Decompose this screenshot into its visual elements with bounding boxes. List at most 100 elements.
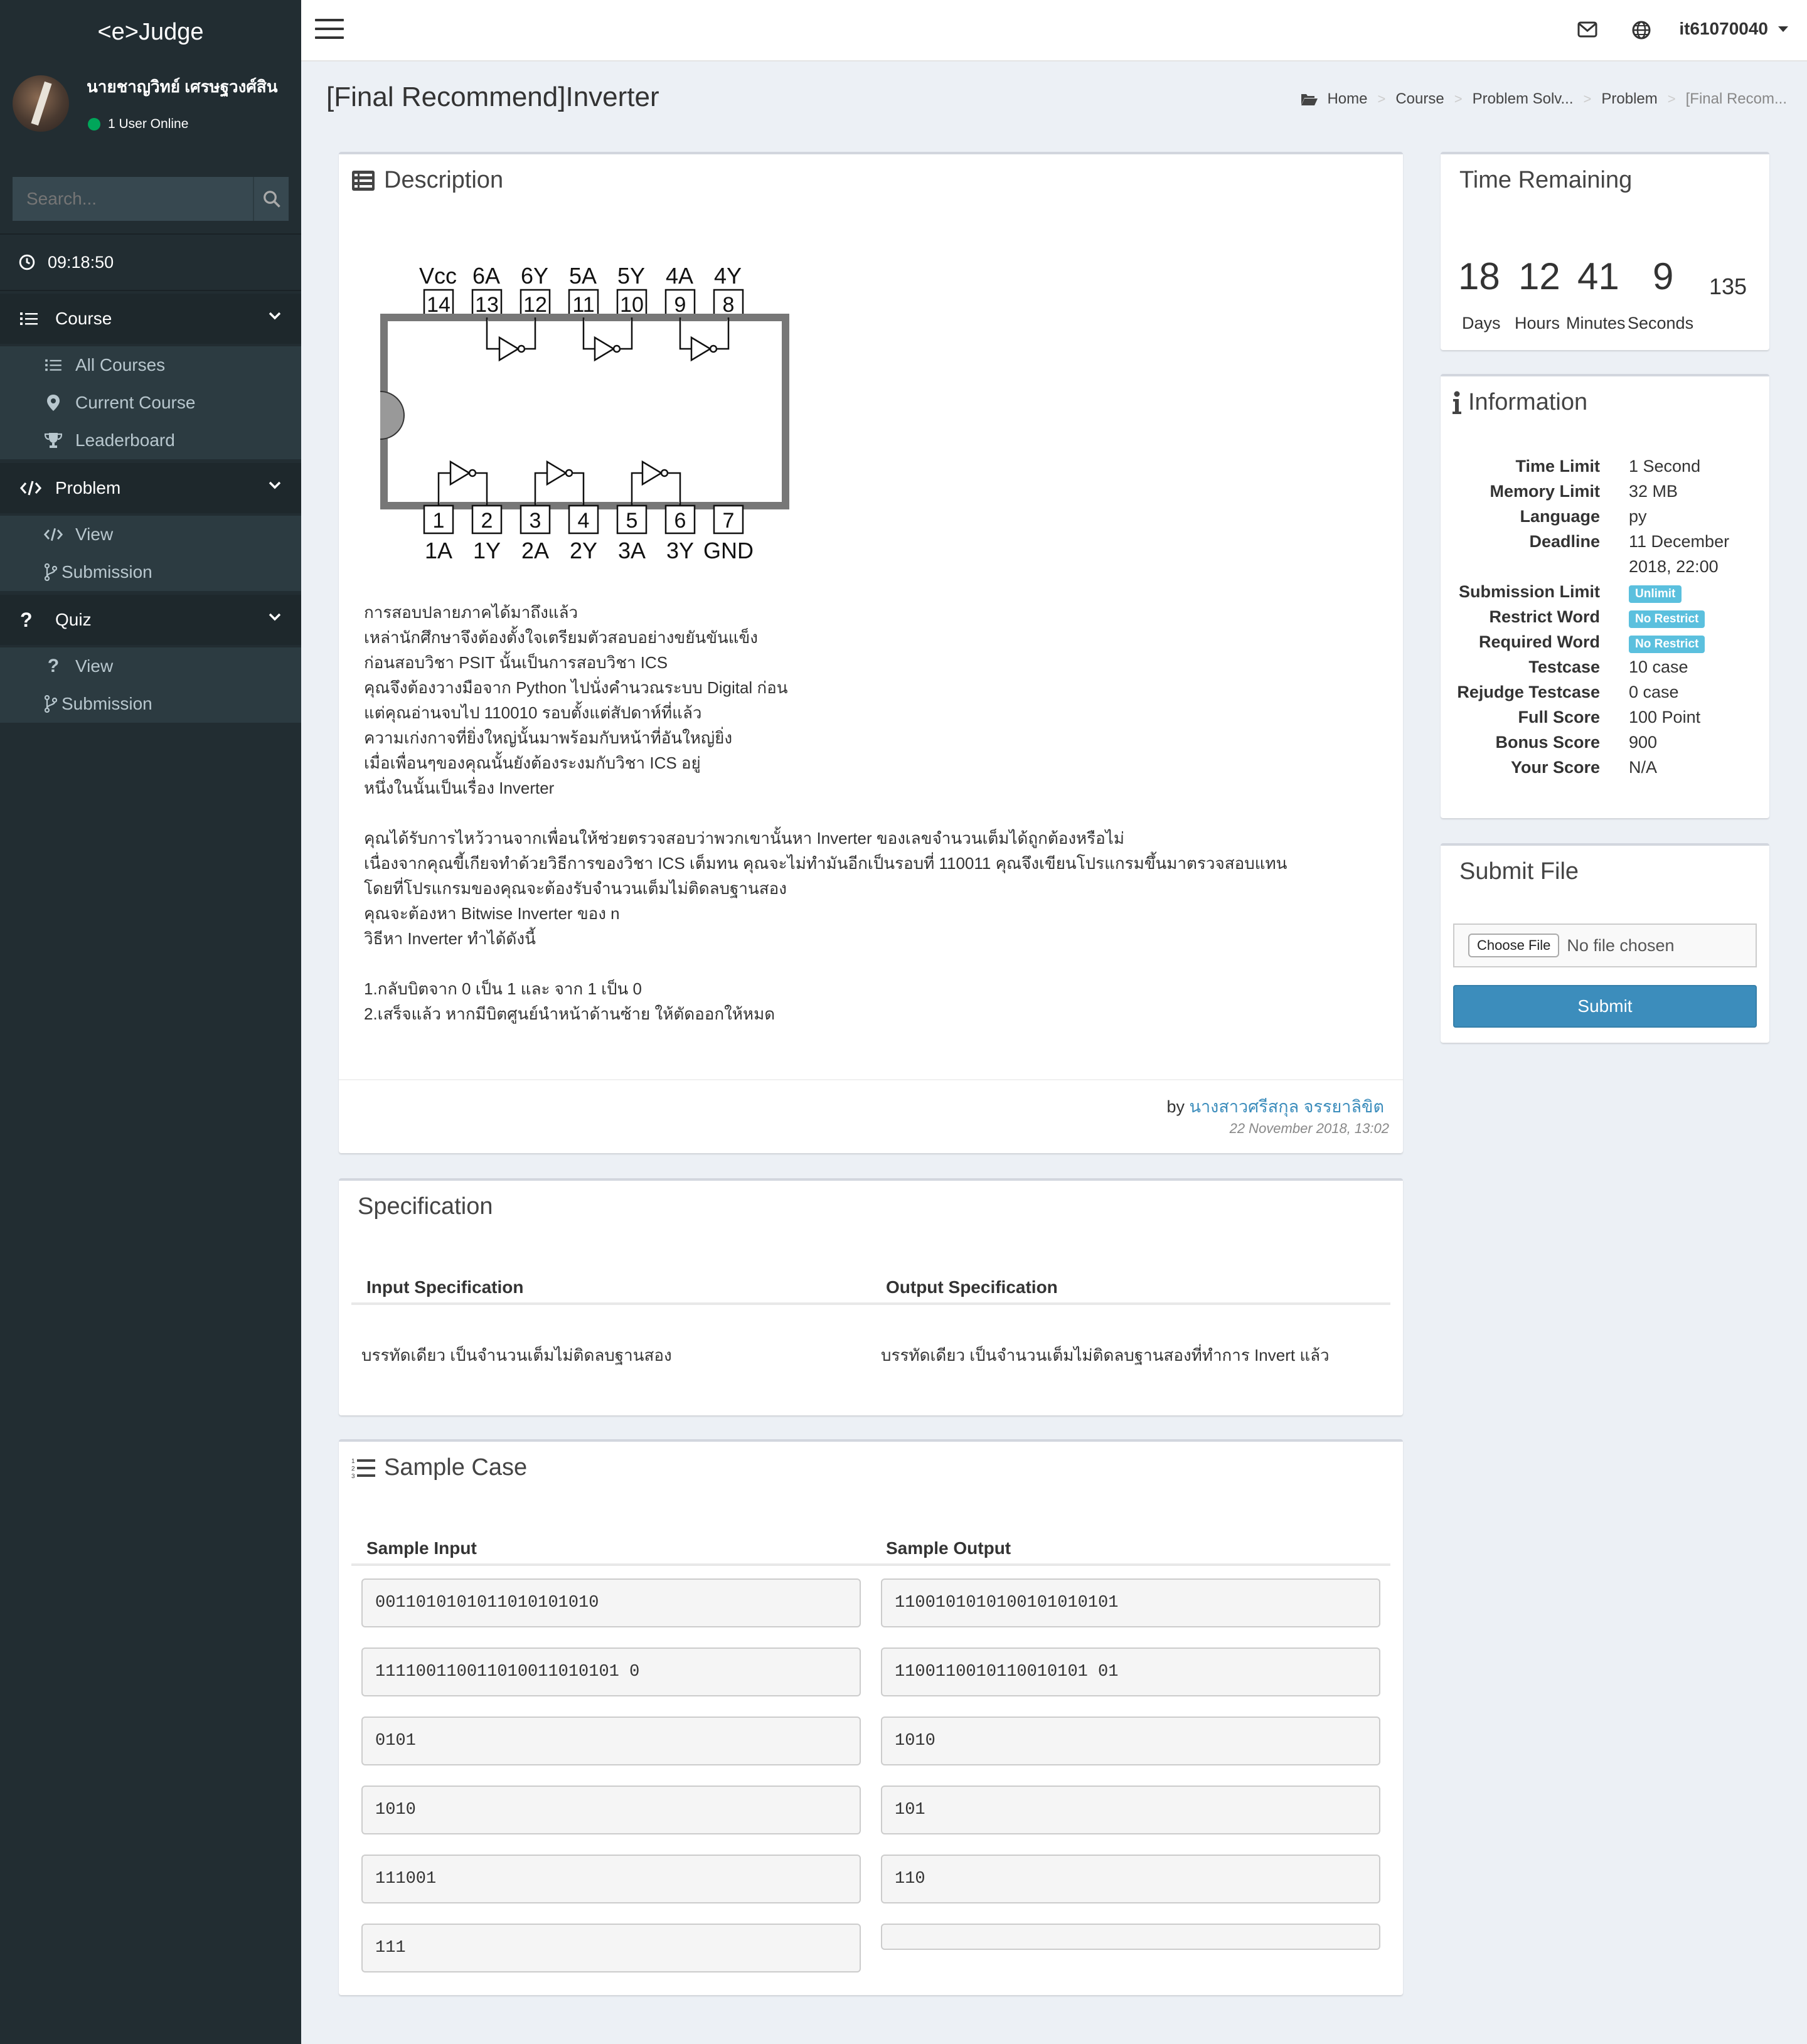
timer-minutes: 41 [1577, 255, 1619, 297]
sidebar-item-problem-view[interactable]: View [0, 516, 301, 553]
pin-label-text: Vcc [419, 263, 457, 289]
choose-file-button[interactable]: Choose File [1468, 934, 1560, 957]
chevron-down-icon [269, 613, 281, 621]
sample-output-field[interactable]: 1100110010110010101 01 [881, 1647, 1380, 1696]
info-value: 100 Point [1629, 708, 1701, 727]
pin-number-text: 14 [427, 293, 450, 317]
submit-button[interactable]: Submit [1453, 985, 1757, 1028]
map-marker-icon [44, 395, 63, 411]
app-logo[interactable]: <e>Judge [0, 0, 301, 64]
pin-label-text: 4Y [714, 263, 742, 289]
code-icon [44, 527, 63, 542]
sidebar-item-label: View [75, 656, 114, 676]
sidebar-item-current-course[interactable]: Current Course [0, 384, 301, 422]
sample-table-header: Sample Input Sample Output [351, 1531, 1390, 1566]
sidebar-item-problem[interactable]: Problem [0, 463, 301, 513]
description-body: การสอบปลายภาคได้มาถึงแล้ว เหล่านักศึกษาจ… [364, 600, 1287, 1026]
question-icon: ? [20, 608, 33, 631]
status-badge: Unlimit [1629, 585, 1682, 603]
sidebar-item-problem-submission[interactable]: Submission [0, 553, 301, 591]
info-row-required-word: Required Word No Restrict [1441, 632, 1754, 657]
time-remaining-title: Time Remaining [1459, 167, 1633, 193]
author-link[interactable]: นางสาวศรีสกุล จรรยาลิขิต [1190, 1097, 1384, 1116]
specification-table-header: Input Specification Output Specification [351, 1270, 1390, 1305]
breadcrumb-course[interactable]: Course [1395, 90, 1444, 108]
sample-input-field[interactable]: 111100110011010011010101 0 [361, 1647, 861, 1696]
sample-input-field[interactable]: 111 [361, 1924, 861, 1972]
info-row-bonus-score: Bonus Score 900 [1441, 733, 1754, 758]
description-line: เหล่านักศึกษาจึงต้องตั้งใจเตรียมตัวสอบอย… [364, 628, 758, 647]
timer-days: 18 [1458, 255, 1500, 297]
sidebar-item-quiz-view[interactable]: ? View [0, 647, 301, 685]
breadcrumb-separator: > [1667, 91, 1676, 107]
course-submenu: All Courses Current Course Leaderboard [0, 346, 301, 459]
envelope-icon[interactable] [1577, 20, 1597, 39]
hamburger-icon-bar [315, 28, 344, 30]
timer-minutes-label: Minutes [1566, 314, 1626, 333]
inverter-ic-diagram: Vcc 6A 6Y 5A 5Y 4A 4Y 14 13 12 11 10 9 8 [380, 263, 789, 563]
online-dot-icon [88, 118, 100, 130]
sample-output-field[interactable]: 1010 [881, 1717, 1380, 1765]
pin-number-text: 7 [723, 509, 735, 533]
specification-title: Specification [358, 1193, 493, 1220]
pin-label-text: 5A [569, 263, 597, 289]
sidebar-item-quiz[interactable]: ? Quiz [0, 595, 301, 645]
chevron-down-icon [269, 481, 281, 489]
pin-label-text: 5Y [617, 263, 645, 289]
search-button[interactable] [253, 177, 289, 221]
sample-input-field[interactable]: 111001 [361, 1855, 861, 1903]
svg-text:2: 2 [351, 1466, 355, 1472]
breadcrumb-problem[interactable]: Problem [1601, 90, 1657, 108]
sidebar-toggle-button[interactable] [315, 19, 344, 43]
sample-input-field[interactable]: 1010 [361, 1786, 861, 1834]
sample-output-field[interactable] [881, 1924, 1380, 1950]
sample-output-field[interactable]: 101 [881, 1786, 1380, 1834]
description-line: 2.เสร็จแล้ว หากมีบิตศูนย์นำหน้าด้านซ้าย … [364, 1004, 776, 1023]
user-menu-dropdown[interactable]: it61070040 [1679, 19, 1788, 39]
status-badge: No Restrict [1629, 610, 1705, 628]
output-spec-text: บรรทัดเดียว เป็นจำนวนเต็มไม่ติดลบฐานสองท… [881, 1346, 1330, 1365]
chevron-down-icon [269, 312, 281, 320]
sidebar-quiz-label: Quiz [55, 610, 92, 629]
breadcrumb-problem-set[interactable]: Problem Solv... [1473, 90, 1574, 108]
info-row-restrict-word: Restrict Word No Restrict [1441, 607, 1754, 632]
breadcrumb-home[interactable]: Home [1327, 90, 1367, 108]
globe-icon[interactable] [1631, 20, 1651, 40]
sample-case-box: 123 Sample Case Sample Input Sample Outp… [339, 1439, 1403, 1995]
pin-label-text: 3A [618, 538, 646, 563]
sidebar-item-course[interactable]: Course [0, 294, 301, 344]
pin-number-text: 11 [572, 293, 594, 317]
sidebar-item-label: Submission [61, 562, 152, 582]
sample-case-title: 123 Sample Case [351, 1454, 527, 1481]
info-row-rejudge-testcase: Rejudge Testcase 0 case [1441, 683, 1754, 708]
description-line: การสอบปลายภาคได้มาถึงแล้ว [364, 603, 578, 622]
sample-input-field[interactable]: 0101 [361, 1717, 861, 1765]
pin-number-text: 12 [523, 293, 547, 317]
info-value: 10 case [1629, 657, 1688, 676]
caret-down-icon [1778, 26, 1788, 32]
hamburger-icon-bar [315, 19, 344, 21]
sidebar-item-all-courses[interactable]: All Courses [0, 346, 301, 384]
clock-time: 09:18:50 [48, 252, 114, 272]
code-branch-icon [44, 563, 58, 581]
info-value: 900 [1629, 733, 1658, 752]
search-icon [263, 191, 280, 208]
sidebar-item-leaderboard[interactable]: Leaderboard [0, 422, 301, 459]
search-input[interactable] [13, 177, 253, 221]
top-navbar: it61070040 [301, 0, 1807, 61]
sample-input-field[interactable]: 0011010101011010101010 [361, 1578, 861, 1627]
submit-file-box: Submit File Choose File No file chosen S… [1441, 843, 1769, 1043]
file-input[interactable]: Choose File No file chosen [1453, 924, 1757, 967]
sidebar-item-label: Leaderboard [75, 430, 175, 450]
sidebar-item-quiz-submission[interactable]: Submission [0, 685, 301, 723]
pin-label-text: 2Y [570, 538, 597, 563]
pin-number-text: 6 [674, 509, 686, 533]
description-line: คุณจึงต้องวางมือจาก Python ไปนั่งคำนวณระ… [364, 678, 788, 697]
pin-number-text: 8 [723, 293, 735, 317]
info-value: N/A [1629, 758, 1658, 777]
sample-output-field[interactable]: 110 [881, 1855, 1380, 1903]
sidebar-item-label: View [75, 524, 114, 544]
sample-output-field[interactable]: 1100101010100101010101 [881, 1578, 1380, 1627]
online-count: 1 User Online [108, 117, 189, 131]
input-spec-text: บรรทัดเดียว เป็นจำนวนเต็มไม่ติดลบฐานสอง [361, 1346, 672, 1365]
